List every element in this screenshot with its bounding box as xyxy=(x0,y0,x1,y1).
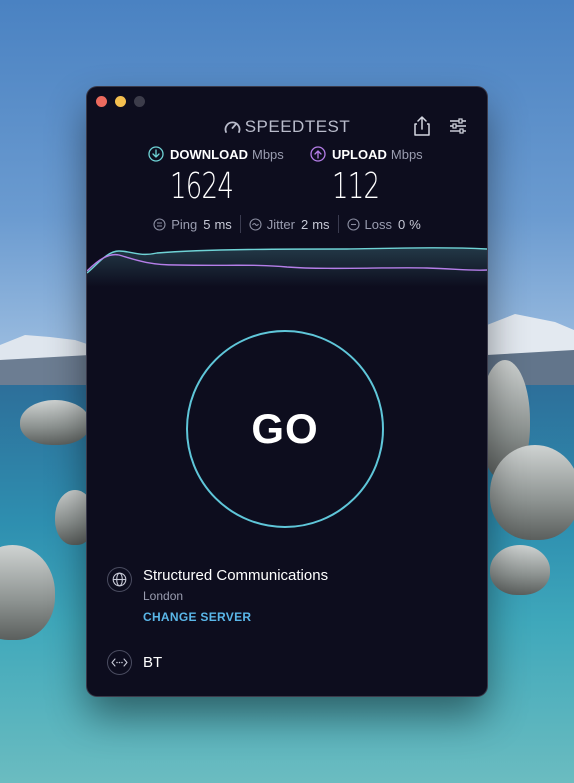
loss-stat: Loss 0 % xyxy=(339,217,429,232)
ping-stat: Ping 5 ms xyxy=(145,217,240,232)
ping-label: Ping xyxy=(171,216,198,232)
loss-value: 0 xyxy=(398,216,406,232)
jitter-unit: ms xyxy=(312,216,330,232)
server-section: Structured Communications London CHANGE … xyxy=(107,567,328,624)
jitter-icon xyxy=(249,217,262,231)
ping-value: 5 xyxy=(203,216,211,232)
app-title-text: SPEEDTEST xyxy=(244,117,351,136)
go-label: GO xyxy=(251,405,319,452)
wallpaper-rock xyxy=(20,400,90,445)
upload-unit: Mbps xyxy=(390,146,423,162)
jitter-stat: Jitter 2 ms xyxy=(241,217,338,232)
isp-name: BT xyxy=(143,654,163,671)
globe-icon xyxy=(107,567,132,592)
server-name: Structured Communications xyxy=(143,567,329,584)
loss-label: Loss xyxy=(364,216,393,232)
arrow-down-circle-icon xyxy=(148,146,164,162)
speedtest-window: SPEEDTEST DOWNLOAD Mbps 1624 UPLOAD Mbps… xyxy=(87,87,487,696)
change-server-link[interactable]: CHANGE SERVER xyxy=(143,610,328,624)
speed-graph xyxy=(87,247,487,287)
download-label: DOWNLOAD xyxy=(170,146,248,162)
upload-metric: UPLOAD Mbps 112 xyxy=(310,146,423,207)
server-info: Structured Communications London CHANGE … xyxy=(143,567,328,624)
loss-unit: % xyxy=(409,216,421,232)
download-metric: DOWNLOAD Mbps 1624 xyxy=(148,146,284,207)
connection-icon xyxy=(107,650,132,675)
latency-stats: Ping 5 ms Jitter 2 ms Loss 0 % xyxy=(87,215,487,233)
loss-icon xyxy=(346,217,360,231)
jitter-value: 2 xyxy=(300,216,309,232)
jitter-label: Jitter xyxy=(266,216,295,232)
arrow-up-circle-icon xyxy=(310,146,326,162)
share-icon[interactable] xyxy=(413,116,431,136)
upload-header: UPLOAD Mbps xyxy=(310,146,423,162)
ping-unit: ms xyxy=(214,216,232,232)
download-header: DOWNLOAD Mbps xyxy=(148,146,284,162)
minimize-button[interactable] xyxy=(115,96,126,107)
upload-value: 112 xyxy=(332,166,380,207)
go-button[interactable]: GO xyxy=(186,330,384,528)
server-city: London xyxy=(143,589,184,603)
wallpaper-rock xyxy=(490,445,574,540)
download-value: 1624 xyxy=(170,166,234,207)
upload-label: UPLOAD xyxy=(332,146,387,162)
settings-sliders-icon[interactable] xyxy=(449,118,467,134)
ping-icon xyxy=(153,217,166,231)
wallpaper-rock xyxy=(490,545,550,595)
window-controls xyxy=(96,96,145,107)
close-button[interactable] xyxy=(96,96,107,107)
gauge-icon xyxy=(224,121,241,133)
isp-section: BT xyxy=(107,650,162,675)
download-unit: Mbps xyxy=(252,146,284,162)
zoom-button[interactable] xyxy=(134,96,145,107)
